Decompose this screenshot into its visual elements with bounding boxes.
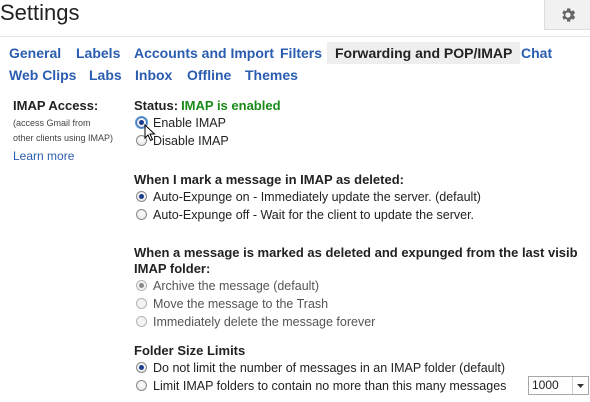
limit-select[interactable]: 1000 [528, 376, 589, 395]
auto-expunge-on-label: Auto-Expunge on - Immediately update the… [153, 190, 481, 204]
imap-access-title: IMAP Access: [13, 98, 99, 113]
delete-forever-option[interactable]: Immediately delete the message forever [134, 313, 590, 331]
tab-inbox[interactable]: Inbox [127, 64, 180, 86]
auto-expunge-off-radio[interactable] [136, 209, 147, 220]
tab-themes[interactable]: Themes [237, 64, 306, 86]
delete-forever-radio[interactable] [136, 316, 147, 327]
header-divider [0, 36, 590, 37]
tab-accounts-and-import[interactable]: Accounts and Import [126, 42, 282, 64]
imap-settings: Status: IMAP is enabled Enable IMAP Disab… [134, 98, 590, 395]
archive-message-radio[interactable] [136, 280, 147, 291]
imap-access-subtitle-line2: other clients using IMAP) [13, 133, 114, 143]
tab-labs[interactable]: Labs [81, 64, 130, 86]
settings-button[interactable] [544, 0, 590, 30]
status-label: Status: [134, 98, 179, 113]
enable-imap-option[interactable]: Enable IMAP [134, 114, 590, 132]
disable-imap-label: Disable IMAP [153, 134, 229, 148]
page-title: Settings [0, 0, 80, 25]
imap-access-sidebar: IMAP Access: (access Gmail from other cl… [13, 98, 125, 164]
limit-folders-radio[interactable] [136, 380, 147, 391]
expunged-section-title-line1: When a message is marked as deleted and … [134, 245, 578, 260]
tab-offline[interactable]: Offline [179, 64, 239, 86]
learn-more-link[interactable]: Learn more [13, 148, 125, 164]
no-limit-option[interactable]: Do not limit the number of messages in a… [134, 359, 590, 377]
chevron-down-icon[interactable] [572, 377, 588, 394]
archive-message-label: Archive the message (default) [153, 279, 320, 293]
tab-web-clips[interactable]: Web Clips [1, 64, 84, 86]
folder-size-title: Folder Size Limits [134, 343, 246, 358]
tab-labels[interactable]: Labels [68, 42, 128, 64]
gear-icon [561, 7, 575, 22]
tab-filters[interactable]: Filters [272, 42, 330, 64]
imap-access-subtitle: (access Gmail from other clients using I… [13, 116, 125, 146]
tab-general[interactable]: General [1, 42, 69, 64]
delete-forever-label: Immediately delete the message forever [153, 315, 376, 329]
auto-expunge-off-label: Auto-Expunge off - Wait for the client t… [153, 208, 475, 222]
deleted-section-title: When I mark a message in IMAP as deleted… [134, 172, 404, 187]
expunged-section-title-line2: IMAP folder: [134, 261, 211, 276]
enable-imap-label: Enable IMAP [153, 116, 226, 130]
mouse-pointer-icon [144, 124, 156, 142]
status-value: IMAP is enabled [181, 98, 281, 113]
imap-status: Status: IMAP is enabled [134, 98, 590, 114]
auto-expunge-on-radio[interactable] [136, 191, 147, 202]
move-to-trash-label: Move the message to the Trash [153, 297, 329, 311]
move-to-trash-option[interactable]: Move the message to the Trash [134, 295, 590, 313]
auto-expunge-on-option[interactable]: Auto-Expunge on - Immediately update the… [134, 188, 590, 206]
limit-folders-label: Limit IMAP folders to contain no more th… [153, 379, 507, 393]
tab-forwarding-pop-imap[interactable]: Forwarding and POP/IMAP [327, 42, 521, 64]
tab-chat[interactable]: Chat [513, 42, 560, 64]
disable-imap-option[interactable]: Disable IMAP [134, 132, 590, 150]
limit-select-value: 1000 [532, 378, 559, 392]
move-to-trash-radio[interactable] [136, 298, 147, 309]
archive-message-option[interactable]: Archive the message (default) [134, 277, 590, 295]
imap-access-subtitle-line1: (access Gmail from [13, 118, 91, 128]
limit-folders-option[interactable]: Limit IMAP folders to contain no more th… [134, 376, 590, 395]
no-limit-radio[interactable] [136, 362, 147, 373]
no-limit-label: Do not limit the number of messages in a… [153, 361, 506, 375]
auto-expunge-off-option[interactable]: Auto-Expunge off - Wait for the client t… [134, 206, 590, 224]
